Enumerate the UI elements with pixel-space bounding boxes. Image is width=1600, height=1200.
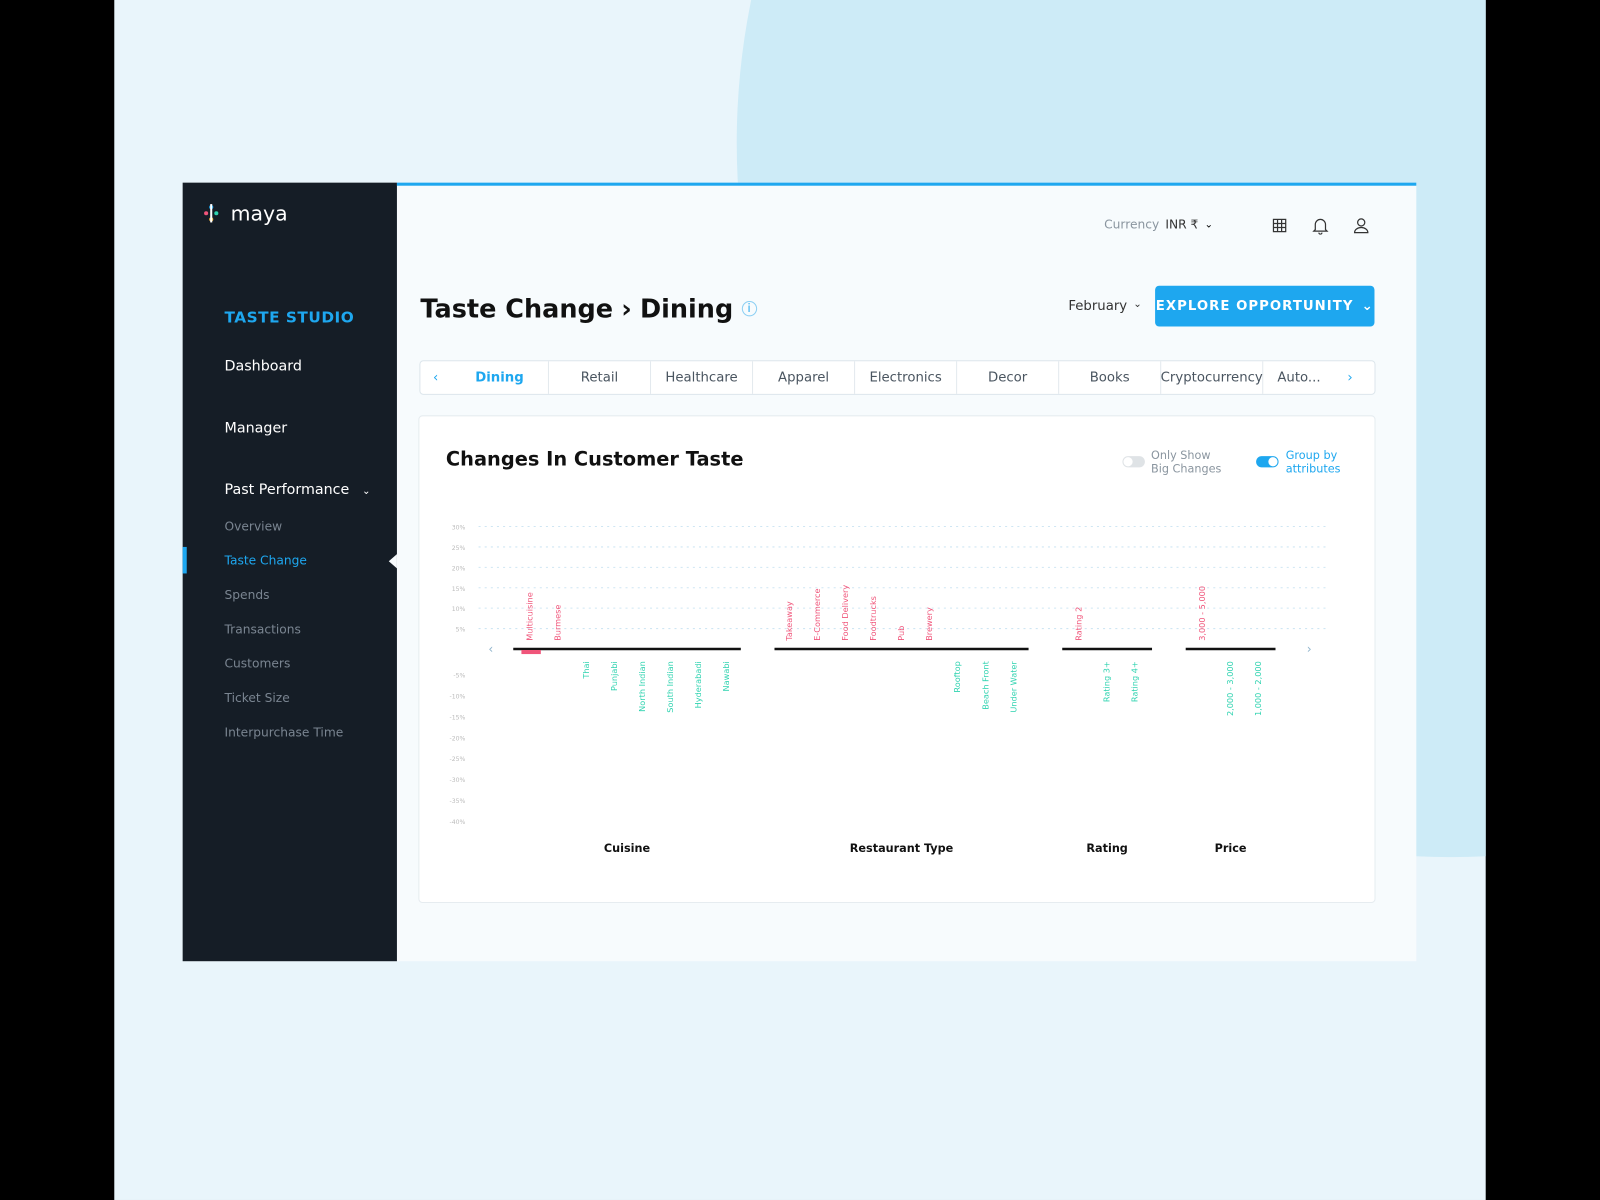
y-tick-label: 30%: [452, 525, 466, 532]
bar-label: 3,000 - 5,000: [1197, 586, 1207, 641]
y-tick-label: -20%: [450, 735, 466, 742]
y-tick-label: 5%: [456, 627, 466, 634]
bar-label: Hyderabadi: [693, 661, 703, 708]
bar-label: Thai: [581, 661, 591, 679]
tab-healthcare[interactable]: Healthcare: [651, 361, 754, 394]
sidebar-item-customers[interactable]: Customers: [224, 656, 290, 670]
maya-logo-icon: [204, 204, 219, 223]
brand-name: maya: [230, 201, 288, 226]
month-selector[interactable]: February ⌄: [1068, 299, 1141, 314]
taste-change-chart: 30% 25% 20% 15% 10% 5% -5% -10% -15% -20% -25% -30%…: [450, 525, 1328, 855]
y-tick-label: 10%: [452, 606, 466, 613]
tab-books[interactable]: Books: [1059, 361, 1162, 394]
bar-label: Under Water: [1008, 661, 1018, 713]
bar-label: South Indian: [665, 661, 675, 712]
chevron-down-icon: ⌄: [1361, 298, 1374, 314]
explore-label: EXPLORE OPPORTUNITY: [1155, 298, 1354, 314]
chevron-down-icon: ⌄: [362, 485, 371, 497]
tabs-next-arrow[interactable]: ›: [1335, 370, 1366, 385]
month-value: February: [1068, 298, 1128, 315]
y-tick-label: 15%: [452, 586, 466, 593]
chart-next-arrow: ›: [1307, 642, 1312, 656]
bar-label: Food Delivery: [840, 585, 850, 641]
grid-icon[interactable]: [1271, 217, 1287, 233]
bar-label: North Indian: [637, 661, 647, 712]
y-tick-label: -35%: [450, 798, 466, 805]
y-tick-label: -40%: [450, 819, 466, 826]
chevron-down-icon: ⌄: [1133, 298, 1142, 311]
section-title: TASTE STUDIO: [224, 308, 355, 327]
sidebar-item-transactions[interactable]: Transactions: [224, 622, 300, 636]
group-label: Cuisine: [604, 842, 651, 855]
y-tick-label: -30%: [450, 777, 466, 784]
bar-label: Takeaway: [784, 601, 794, 642]
tab-electronics[interactable]: Electronics: [855, 361, 958, 394]
bar-label: Burmese: [553, 605, 563, 641]
bar-label: Rating 2: [1074, 607, 1084, 641]
bar-label: Foodtrucks: [868, 596, 878, 641]
bar-label: Pub: [896, 626, 906, 641]
bar-label: Nawabi: [721, 661, 731, 691]
tab-cryptocurrency[interactable]: Cryptocurrency: [1161, 361, 1264, 394]
bar-label: Punjabi: [609, 661, 619, 691]
tab-retail[interactable]: Retail: [549, 361, 652, 394]
y-tick-label: -10%: [450, 693, 466, 700]
bar-label: Rating 4+: [1130, 661, 1140, 702]
breadcrumb-separator: ›: [621, 293, 632, 324]
bar-label: 1,000 - 2,000: [1253, 661, 1263, 716]
chevron-down-icon: ⌄: [1204, 218, 1214, 231]
y-tick-label: 20%: [452, 565, 466, 572]
y-tick-label: 25%: [452, 545, 466, 552]
breadcrumb-parent[interactable]: Taste Change: [420, 294, 613, 324]
sidebar-item-taste-change[interactable]: Taste Change: [224, 553, 306, 567]
tab-decor[interactable]: Decor: [957, 361, 1060, 394]
explore-opportunity-button[interactable]: EXPLORE OPPORTUNITY ⌄: [1155, 285, 1375, 327]
tab-auto[interactable]: Auto...: [1263, 361, 1334, 394]
bar-label: Brewery: [924, 607, 934, 641]
group-label: Price: [1215, 842, 1247, 855]
sidebar-item-ticket-size[interactable]: Ticket Size: [224, 691, 289, 705]
currency-value: INR ₹: [1165, 217, 1199, 232]
bar-label: Rating 3+: [1102, 661, 1112, 702]
y-tick-label: -15%: [450, 714, 466, 721]
taste-change-card: Changes In Customer Taste Only Show Big C…: [418, 415, 1376, 904]
tab-dining[interactable]: Dining: [451, 361, 549, 394]
tabs-prev-arrow[interactable]: ‹: [420, 370, 451, 385]
active-notch: [388, 554, 397, 569]
tab-apparel[interactable]: Apparel: [753, 361, 856, 394]
group-label: Restaurant Type: [850, 842, 954, 855]
bar-label: Multicuisine: [525, 592, 535, 641]
y-tick-label: -25%: [450, 756, 466, 763]
category-tabs: ‹ Dining Retail Healthcare Apparel Electroni…: [419, 360, 1376, 395]
user-icon[interactable]: [1352, 216, 1370, 234]
page-title: Taste Change › Dining i: [420, 293, 757, 324]
bar-label: 2,000 - 3,000: [1225, 661, 1235, 716]
main-content: Currency INR ₹ ⌄ Taste Change › Dining i…: [397, 183, 1416, 962]
group-label: Rating: [1086, 842, 1127, 855]
currency-selector[interactable]: Currency INR ₹ ⌄: [1104, 217, 1213, 231]
sidebar-item-interpurchase-time[interactable]: Interpurchase Time: [224, 726, 343, 740]
bar-label: Beach Front: [980, 661, 990, 710]
sidebar-item-spends[interactable]: Spends: [224, 588, 269, 602]
bar: [521, 649, 541, 655]
sidebar-item-manager[interactable]: Manager: [224, 420, 287, 436]
app-window: maya TASTE STUDIO Dashboard Manager Past…: [182, 182, 1417, 962]
bar-label: Rooftop: [952, 661, 962, 692]
logo: maya: [200, 201, 288, 226]
active-indicator: [182, 546, 187, 574]
breadcrumb-current: Dining: [639, 293, 734, 324]
sidebar-item-dashboard[interactable]: Dashboard: [224, 358, 302, 374]
info-icon[interactable]: i: [741, 301, 757, 317]
y-tick-label: -5%: [453, 673, 465, 680]
currency-label: Currency: [1104, 217, 1160, 232]
sidebar-item-overview[interactable]: Overview: [224, 519, 282, 533]
bell-icon[interactable]: [1311, 216, 1329, 235]
label: Past Performance: [224, 481, 350, 498]
sidebar: maya TASTE STUDIO Dashboard Manager Past…: [182, 182, 397, 962]
bar-label: E-Commerce: [812, 588, 822, 640]
chart-prev-arrow: ‹: [488, 642, 493, 656]
sidebar-item-past-performance[interactable]: Past Performance ⌄: [224, 482, 370, 498]
